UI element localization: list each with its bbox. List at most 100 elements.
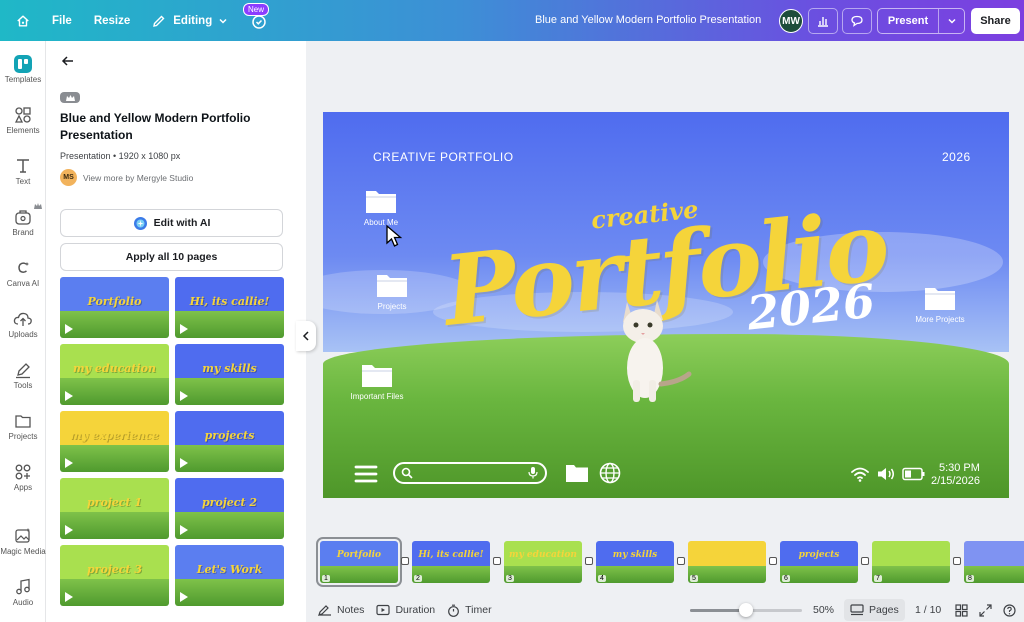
page-thumbnail[interactable]: my experience 5 [688,541,766,583]
template-page-thumbnail[interactable]: my experience [60,411,169,472]
insights-button[interactable] [808,8,838,34]
rail-item-magic-media[interactable]: Magic Media [0,525,46,571]
page-thumbnail[interactable]: Hi, its callie! 2 [412,541,490,583]
thumbnail-title: my skills [202,362,257,375]
page-notes-icon[interactable] [585,557,593,565]
clock-time: 5:30 PM [938,462,980,474]
rail-item-brand[interactable]: Brand [0,203,46,252]
brand-icon [15,210,31,225]
page-number: 7 [874,575,882,582]
play-icon [180,525,188,535]
author-link[interactable]: MS View more by Mergyle Studio [60,169,193,186]
microphone-icon [528,467,538,479]
rail-item-text[interactable]: Text [0,155,46,201]
document-title[interactable]: Blue and Yellow Modern Portfolio Present… [535,14,761,26]
page-thumbnail[interactable]: 7 [872,541,950,583]
notes-button[interactable]: Notes [318,604,364,616]
rail-item-canva-ai[interactable]: Canva AI [0,257,46,303]
page-thumbnail[interactable]: my education 3 [504,541,582,583]
rail-item-audio[interactable]: Audio [0,576,46,622]
page-thumbnail[interactable]: my skills 4 [596,541,674,583]
user-avatar[interactable]: MW [779,9,803,33]
back-button[interactable] [60,53,76,74]
rail-label: Uploads [8,330,38,339]
page-number: 1 [322,575,330,582]
fullscreen-icon[interactable] [979,604,992,617]
magic-media-icon [15,528,30,543]
timer-button[interactable]: Timer [447,604,492,617]
template-page-thumbnail[interactable]: my education [60,344,169,405]
page-thumbnail[interactable]: Portfolio 1 [316,537,402,587]
pages-button[interactable]: Pages [844,599,905,621]
apply-all-pages-button[interactable]: Apply all 10 pages [60,243,283,271]
present-button[interactable]: Present [878,15,938,27]
top-toolbar: File Resize Editing New Blue and Yellow … [0,0,1024,41]
rail-item-templates[interactable]: Templates [0,53,46,99]
template-page-thumbnail[interactable]: project 2 [175,478,284,539]
page-thumbnail[interactable]: 8 [964,541,1024,583]
zoom-slider-handle[interactable] [739,603,753,617]
help-icon[interactable] [1003,604,1016,617]
arrow-left-icon [61,56,73,66]
rail-label: Tools [13,381,33,390]
duration-button[interactable]: Duration [376,604,435,616]
play-icon [180,324,188,334]
rail-item-elements[interactable]: Elements [0,104,46,150]
template-page-thumbnail[interactable]: Portfolio [60,277,169,338]
author-text: View more by Mergyle Studio [83,172,194,183]
grid-view-icon[interactable] [955,604,968,617]
chevron-down-icon [947,18,956,24]
play-icon [180,391,188,401]
resize-button[interactable]: Resize [86,6,138,36]
rail-item-tools[interactable]: Tools [0,359,46,405]
zoom-level[interactable]: 50% [813,604,834,616]
file-menu-button[interactable]: File [44,6,80,36]
page-notes-icon[interactable] [769,557,777,565]
template-page-thumbnail[interactable]: Let's Work [175,545,284,606]
template-panel: Blue and Yellow Modern Portfolio Present… [46,41,348,622]
home-button[interactable] [8,6,38,36]
rail-item-apps[interactable]: Apps [0,461,46,507]
page-notes-icon[interactable] [861,557,869,565]
folder-label-important: Important Files [350,392,404,401]
crown-icon [65,94,75,101]
edit-with-ai-button[interactable]: Edit with AI [60,209,283,237]
zoom-slider[interactable] [690,603,802,617]
editing-label: Editing [173,14,213,27]
present-button-group: Present [877,8,965,34]
thumbnail-background [964,541,1024,567]
rail-label: Text [15,177,31,186]
editing-mode-button[interactable]: Editing [144,6,236,36]
thumbnail-title: Portfolio [87,295,142,308]
template-page-thumbnail[interactable]: project 3 [60,545,169,606]
page-number: 5 [690,575,698,582]
comments-button[interactable] [842,8,872,34]
template-page-thumbnail[interactable]: Hi, its callie! [175,277,284,338]
rail-label: Projects [8,432,38,441]
share-button[interactable]: Share [971,8,1020,34]
page-notes-icon[interactable] [401,557,409,565]
music-note-icon [16,578,30,595]
page-thumbnail[interactable]: projects 6 [780,541,858,583]
thumbnail-title: projects [798,550,840,560]
pages-icon [850,604,864,616]
rail-item-uploads[interactable]: Uploads [0,308,46,354]
notes-icon [318,605,331,616]
collapse-panel-button[interactable] [296,321,316,351]
present-dropdown-button[interactable] [938,9,964,33]
duration-label: Duration [395,604,436,616]
page-notes-icon[interactable] [953,557,961,565]
slide-canvas[interactable]: CREATIVE PORTFOLIO 2026 About Me Project… [323,112,1009,498]
folder-icon [566,465,588,482]
thumbnail-grass [60,377,169,405]
side-rail: Templates Elements Text Brand Canva AI U… [0,41,46,622]
timer-icon [448,604,460,617]
search-icon [401,467,413,479]
template-page-thumbnail[interactable]: my skills [175,344,284,405]
template-page-thumbnail[interactable]: project 1 [60,478,169,539]
page-notes-icon[interactable] [493,557,501,565]
rail-item-projects[interactable]: Projects [0,410,46,456]
page-notes-icon[interactable] [677,557,685,565]
template-page-thumbnail[interactable]: projects [175,411,284,472]
thumbnail-title: Hi, its callie! [189,295,270,308]
